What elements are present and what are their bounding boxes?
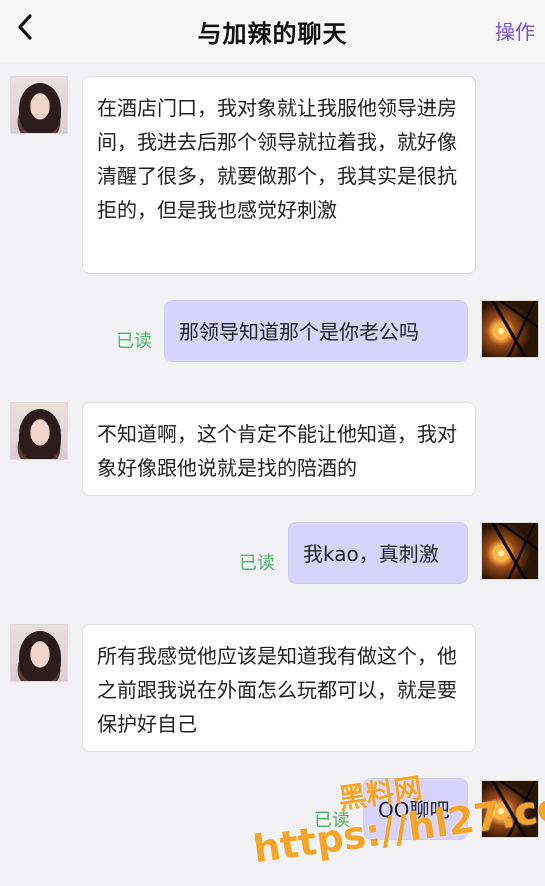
message-bubble-outgoing: 那领导知道那个是你老公吗 <box>164 300 468 362</box>
chat-header: 与加辣的聊天 操作 <box>0 0 545 62</box>
message-bubble-incoming: 所有我感觉他应该是知道我有做这个，他之前跟我说在外面怎么玩都可以，就是要保护好自… <box>82 624 476 752</box>
contact-avatar[interactable] <box>10 624 68 682</box>
message-bubble-incoming: 在酒店门口，我对象就让我服他领导进房间，我进去后那个领导就拉着我，就好像清醒了很… <box>82 76 476 274</box>
user-avatar[interactable] <box>481 522 539 580</box>
action-button[interactable]: 操作 <box>495 16 535 45</box>
read-status: 已读 <box>116 331 152 352</box>
chat-title: 与加辣的聊天 <box>197 20 348 48</box>
user-avatar[interactable] <box>481 300 539 358</box>
message-bubble-incoming: 不知道啊，这个肯定不能让他知道，我对象好像跟他说就是找的陪酒的 <box>82 402 476 496</box>
contact-avatar[interactable] <box>10 76 68 134</box>
contact-avatar[interactable] <box>10 402 68 460</box>
read-status: 已读 <box>239 553 275 574</box>
message-bubble-outgoing: 我kao，真刺激 <box>288 522 468 584</box>
